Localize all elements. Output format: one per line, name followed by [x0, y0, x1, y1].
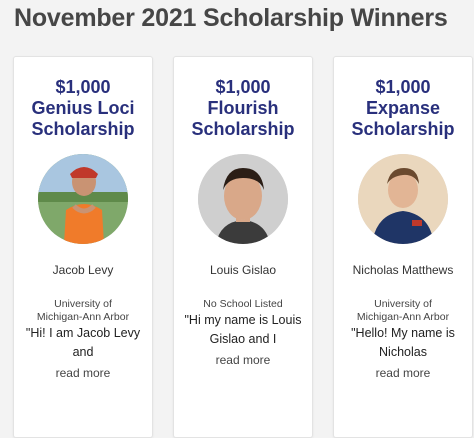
- winner-photo: [198, 154, 288, 244]
- scholarship-card: $1,000 Genius Loci Scholarship Jacob Lev…: [13, 56, 153, 438]
- winner-name: Louis Gislao: [209, 263, 277, 277]
- read-more-link[interactable]: read more: [14, 366, 152, 380]
- winner-photo: [38, 154, 128, 244]
- page-title: November 2021 Scholarship Winners: [14, 4, 448, 32]
- read-more-link[interactable]: read more: [334, 366, 472, 380]
- winner-school: University of Michigan-Ann Arbor: [356, 298, 450, 323]
- winner-school: University of Michigan-Ann Arbor: [36, 298, 130, 323]
- scholarship-card: $1,000 Flourish Scholarship Louis Gislao…: [173, 56, 313, 438]
- winner-photo-image: [38, 154, 128, 244]
- award-amount: $1,000: [375, 77, 431, 97]
- read-more-link[interactable]: read more: [174, 353, 312, 367]
- winner-photo: [358, 154, 448, 244]
- award-amount: $1,000: [215, 77, 271, 97]
- winner-name: Jacob Levy: [52, 263, 114, 277]
- winner-photo-image: [358, 154, 448, 244]
- scholarship-name: Expanse Scholarship: [351, 98, 455, 139]
- award-amount: $1,000: [55, 77, 111, 97]
- winner-quote: "Hi my name is Louis Gislao and I: [184, 313, 302, 346]
- scholarship-card: $1,000 Expanse Scholarship Nicholas Matt…: [333, 56, 473, 438]
- scholarship-name: Genius Loci Scholarship: [31, 98, 135, 139]
- winner-quote: "Hi! I am Jacob Levy and: [25, 326, 141, 359]
- winner-name: Nicholas Matthews: [352, 263, 454, 277]
- scholarship-name: Flourish Scholarship: [191, 98, 295, 139]
- winner-school: No School Listed: [203, 298, 283, 310]
- winner-quote: "Hello! My name is Nicholas: [351, 326, 455, 359]
- winner-photo-image: [198, 154, 288, 244]
